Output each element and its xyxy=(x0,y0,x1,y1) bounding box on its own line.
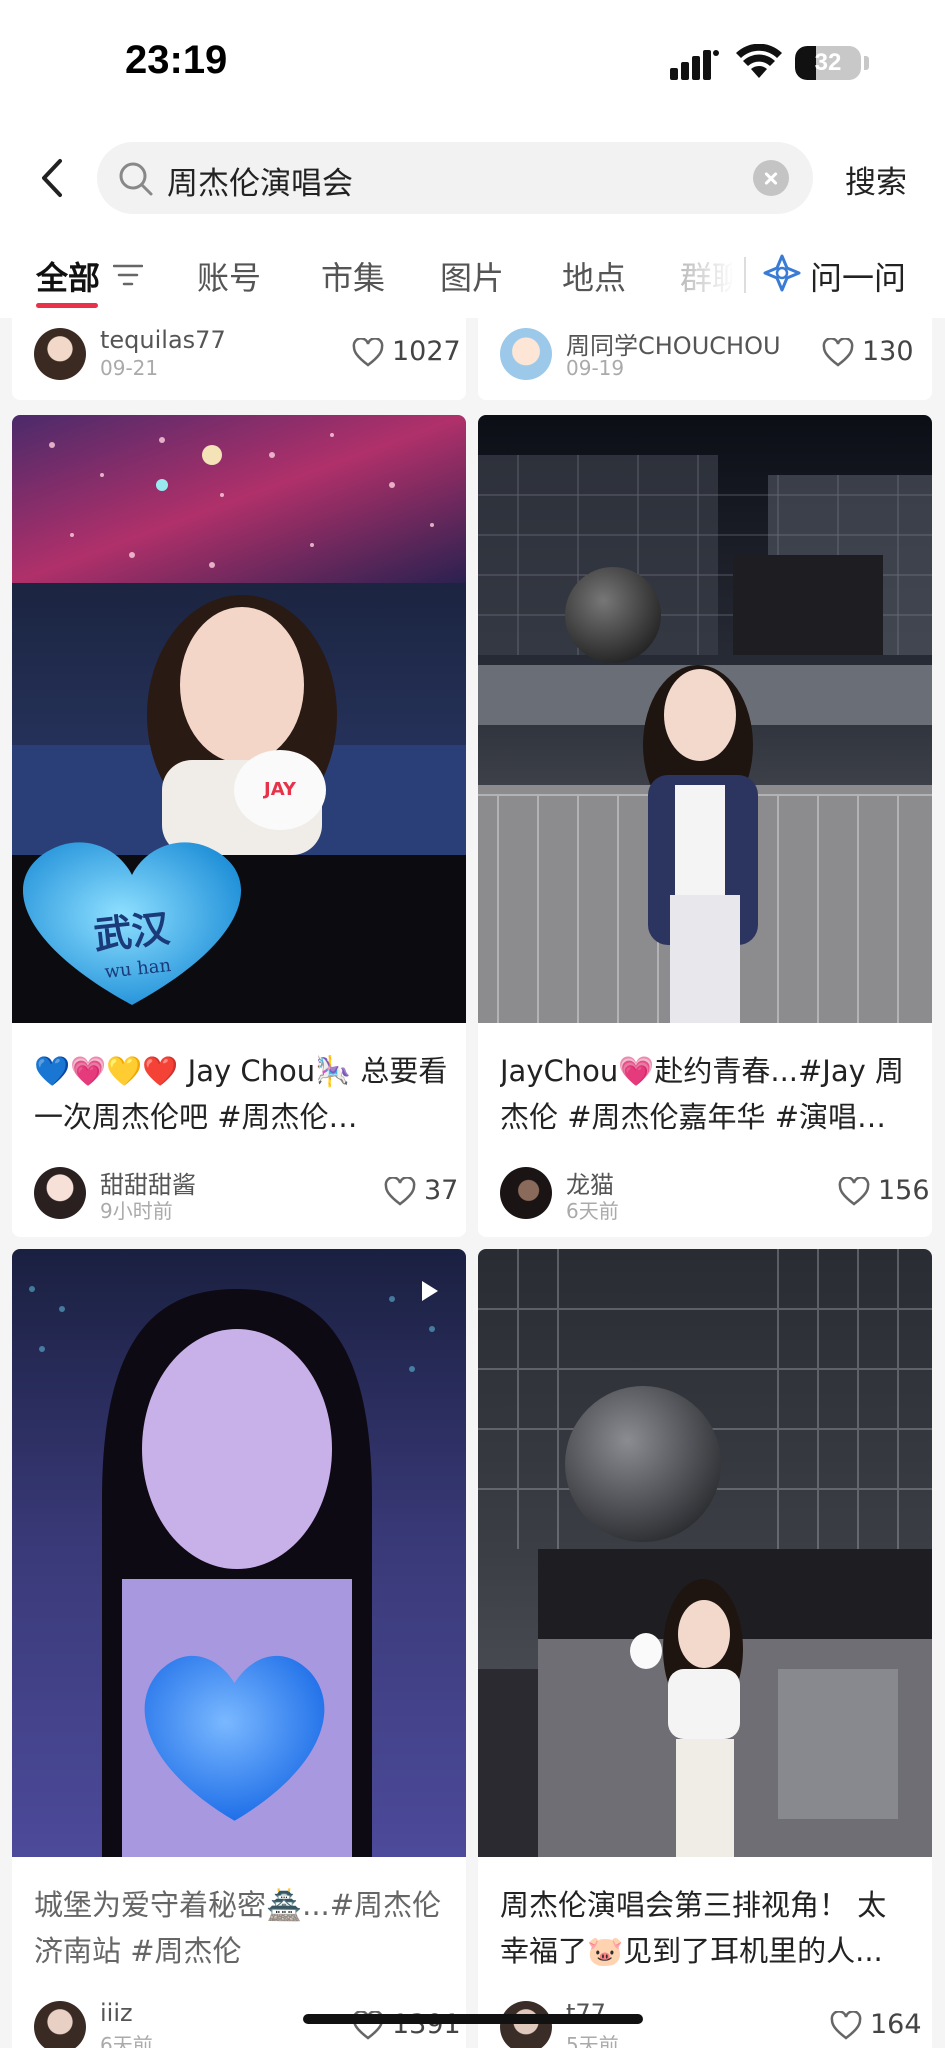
note-card[interactable]: 周杰伦演唱会第三排视角！ 太幸福了🐷见到了耳机里的人... t77 5天前 16… xyxy=(478,1249,932,2048)
battery-nub xyxy=(864,56,869,70)
card-cover-image[interactable] xyxy=(478,1249,932,1857)
card-title[interactable]: 周杰伦演唱会第三排视角！ 太幸福了🐷见到了耳机里的人... xyxy=(500,1882,914,1974)
tab-places[interactable]: 地点 xyxy=(562,253,626,299)
active-tab-indicator xyxy=(36,303,98,308)
tab-images[interactable]: 图片 xyxy=(440,253,504,299)
like-count: 156 xyxy=(878,1175,930,1206)
status-bar: 23:19 32 xyxy=(0,0,945,125)
tab-divider xyxy=(744,257,746,293)
search-query: 周杰伦演唱会 xyxy=(167,166,353,202)
like-count: 130 xyxy=(862,336,914,367)
post-date: 09-19 xyxy=(566,356,625,380)
heart-icon[interactable] xyxy=(822,338,854,368)
note-card[interactable]: 城堡为爱守着秘密🏯...#周杰伦 济南站 #周杰伦 iiiz 6天前 1391 xyxy=(12,1249,466,2048)
avatar[interactable] xyxy=(500,2001,552,2048)
back-arrow-icon[interactable] xyxy=(30,153,80,203)
result-tabs: 全部 账号 市集 图片 地点 群聊 问一问 xyxy=(0,233,945,318)
avatar[interactable] xyxy=(500,328,552,380)
card-cover-image[interactable] xyxy=(478,415,932,1023)
tab-market[interactable]: 市集 xyxy=(321,253,385,299)
note-card[interactable]: JAY 武汉 wu han 💙💗💛❤️ Jay Chou🎠 总要看一次周杰伦吧 … xyxy=(12,415,466,1237)
avatar[interactable] xyxy=(34,1167,86,1219)
clear-search-icon[interactable] xyxy=(753,160,789,196)
search-input[interactable]: 周杰伦演唱会 xyxy=(97,142,813,214)
search-results-page: 23:19 32 周杰伦演唱会 搜索 全部 账号 市集 图片 地点 问一问 te… xyxy=(0,0,945,2048)
status-time: 23:19 xyxy=(125,38,228,82)
video-play-icon[interactable] xyxy=(422,1281,438,1301)
note-card[interactable]: tequilas77 09-21 1027 xyxy=(12,318,466,400)
avatar[interactable] xyxy=(500,1167,552,1219)
avatar[interactable] xyxy=(34,2001,86,2048)
author-row: 龙猫 6天前 156 xyxy=(500,1167,930,1223)
heart-icon[interactable] xyxy=(352,338,384,368)
ask-button[interactable]: 问一问 xyxy=(810,253,906,299)
tab-accounts[interactable]: 账号 xyxy=(197,253,261,299)
concert-collage-photo: JAY 武汉 wu han xyxy=(12,415,466,1023)
like-count: 1027 xyxy=(392,336,461,367)
cellular-signal-icon xyxy=(670,50,719,80)
lightstick-text-wuhan: 武汉 xyxy=(91,905,172,958)
tab-fade xyxy=(680,233,735,318)
heart-icon[interactable] xyxy=(830,2011,862,2041)
filter-icon[interactable] xyxy=(113,263,143,287)
heart-icon[interactable] xyxy=(838,1177,870,1207)
post-date: 6天前 xyxy=(100,2033,153,2048)
card-cover-image[interactable]: JAY 武汉 wu han xyxy=(12,415,466,1023)
svg-text:JAY: JAY xyxy=(262,779,297,800)
card-cover-image[interactable] xyxy=(12,1249,466,1857)
selfie-video-cover xyxy=(12,1249,466,1857)
card-title[interactable]: 城堡为爱守着秘密🏯...#周杰伦 济南站 #周杰伦 xyxy=(34,1882,448,1974)
avatar[interactable] xyxy=(34,328,86,380)
results-grid: tequilas77 09-21 1027 周同学CHOUCHOU 09-19 … xyxy=(0,318,945,2048)
search-header: 周杰伦演唱会 搜索 xyxy=(0,125,945,233)
stage-front-photo xyxy=(478,1249,932,1857)
post-date: 9小时前 xyxy=(100,1199,173,1223)
stadium-stage-photo xyxy=(478,415,932,1023)
search-button[interactable]: 搜索 xyxy=(845,157,907,202)
post-date: 6天前 xyxy=(566,1199,619,1223)
author-row: 周同学CHOUCHOU 09-19 130 xyxy=(500,328,914,384)
author-row: tequilas77 09-21 1027 xyxy=(34,326,461,384)
like-count: 164 xyxy=(870,2009,922,2040)
note-card[interactable]: JayChou💗赴约青春...#Jay 周杰伦 #周杰伦嘉年华 #演唱… 龙猫 … xyxy=(478,415,932,1237)
wifi-icon xyxy=(736,44,782,78)
card-title[interactable]: 💙💗💛❤️ Jay Chou🎠 总要看一次周杰伦吧 #周杰伦… xyxy=(34,1048,448,1140)
heart-icon[interactable] xyxy=(384,1177,416,1207)
note-card[interactable]: 周同学CHOUCHOU 09-19 130 xyxy=(478,318,932,400)
tab-all[interactable]: 全部 xyxy=(36,253,100,299)
post-date: 09-21 xyxy=(100,356,159,380)
post-date: 5天前 xyxy=(566,2033,619,2048)
author-row: 甜甜甜酱 9小时前 37 xyxy=(34,1167,458,1223)
sparkle-ask-icon[interactable] xyxy=(762,253,802,293)
author-name[interactable]: tequilas77 xyxy=(100,326,226,354)
battery-icon: 32 xyxy=(795,46,861,80)
battery-percent: 32 xyxy=(814,49,842,76)
home-indicator[interactable] xyxy=(303,2014,643,2024)
search-icon xyxy=(119,162,153,196)
author-name[interactable]: iiiz xyxy=(100,1999,133,2027)
like-count: 37 xyxy=(424,1175,459,1206)
author-row: t77 5天前 164 xyxy=(500,1999,922,2048)
author-row: iiiz 6天前 1391 xyxy=(34,1999,461,2048)
card-title[interactable]: JayChou💗赴约青春...#Jay 周杰伦 #周杰伦嘉年华 #演唱… xyxy=(500,1048,914,1140)
